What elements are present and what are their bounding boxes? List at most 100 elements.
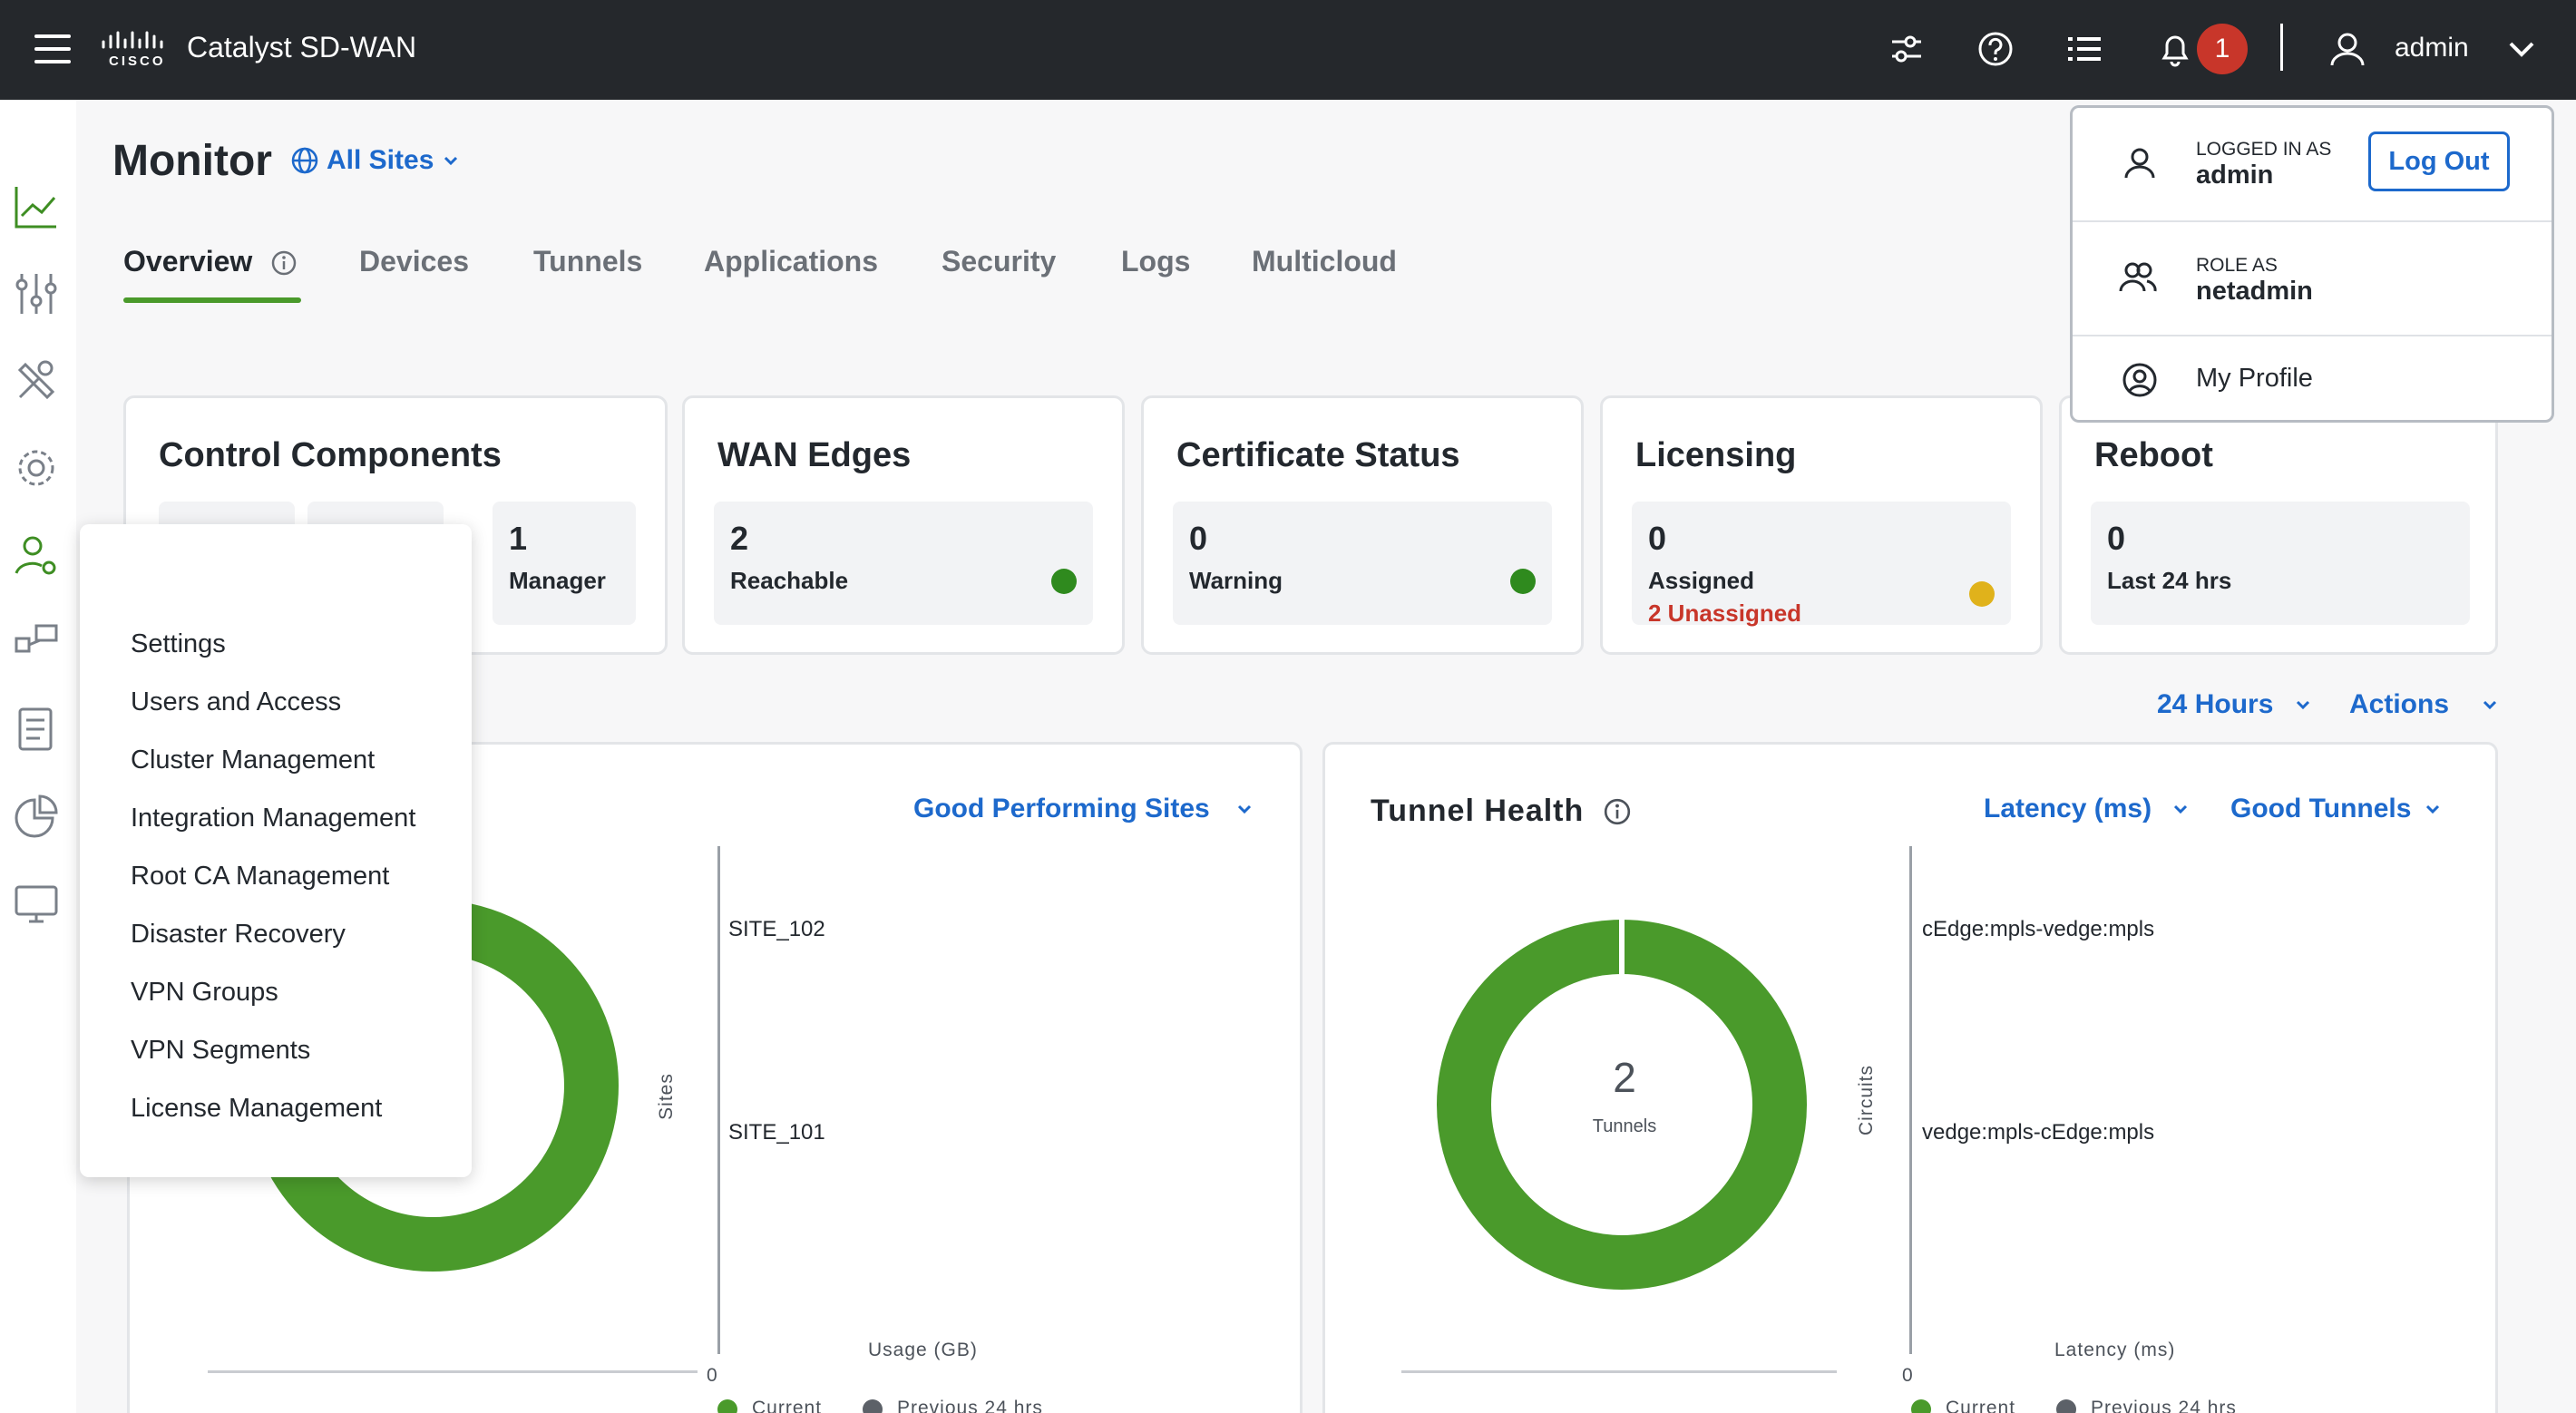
topbar-divider [2280,24,2283,71]
menu-item-settings[interactable]: Settings [131,629,226,659]
menu-item-license-management[interactable]: License Management [131,1094,382,1124]
tile-label: Last 24 hrs [2107,567,2232,594]
legend-previous-dot [863,1399,883,1413]
certificate-tile[interactable]: 0 Warning [1173,502,1552,625]
card-title: WAN Edges [717,436,912,474]
notification-badge[interactable]: 1 [2197,24,2248,74]
top-bar: CISCO Catalyst SD-WAN 1 admin [0,0,2576,100]
reboot-card[interactable]: Reboot 0 Last 24 hrs [2059,395,2498,655]
chevron-down-icon[interactable] [2502,29,2542,69]
help-icon[interactable] [1976,29,2015,69]
menu-item-cluster-management[interactable]: Cluster Management [131,745,375,775]
list-icon[interactable] [2064,29,2104,69]
good-tunnels-dropdown[interactable]: Good Tunnels [2230,794,2411,824]
info-icon[interactable] [1603,797,1632,826]
y-axis-line [717,846,720,1354]
configuration-icon[interactable] [13,270,60,317]
logged-in-caption: LOGGED IN AS [2196,139,2332,160]
card-title: Reboot [2094,436,2213,474]
donut-baseline [1401,1370,1837,1373]
tab-multicloud[interactable]: Multicloud [1252,245,1397,278]
role-value: netadmin [2196,277,2313,306]
tile-label: Assigned [1648,567,1755,594]
topbar-username[interactable]: admin [2395,33,2469,63]
chevron-down-icon[interactable] [2480,695,2500,715]
sliders-icon[interactable] [1887,29,1927,69]
tab-applications[interactable]: Applications [704,245,878,278]
site-filter-label: All Sites [327,145,434,175]
left-nav-rail [0,100,76,1413]
chevron-down-icon[interactable] [1234,799,1254,819]
actions-dropdown[interactable]: Actions [2349,689,2449,720]
menu-item-vpn-groups[interactable]: VPN Groups [131,978,278,1008]
time-range-dropdown[interactable]: 24 Hours [2157,689,2273,720]
licensing-tile[interactable]: 0 Assigned 2 Unassigned [1632,502,2011,627]
donut-caption: Tunnels [1592,1116,1657,1136]
tab-logs[interactable]: Logs [1121,245,1190,278]
active-tab-indicator [123,297,301,303]
explore-icon[interactable] [13,880,60,927]
good-performing-sites-dropdown[interactable]: Good Performing Sites [913,794,1210,824]
panel-title: Tunnel Health [1371,794,1585,828]
users-icon [2119,262,2157,292]
site-row-label: SITE_102 [728,917,825,941]
user-icon [2124,148,2155,179]
latency-metric-dropdown[interactable]: Latency (ms) [1984,794,2152,824]
licensing-card[interactable]: Licensing 0 Assigned 2 Unassigned [1600,395,2043,655]
hamburger-icon[interactable] [34,34,71,63]
donut-total: 2 [1613,1054,1636,1101]
reboot-tile[interactable]: 0 Last 24 hrs [2091,502,2470,625]
tools-icon[interactable] [13,357,60,404]
legend-current: Current [752,1398,823,1413]
info-icon[interactable] [270,249,298,277]
wan-edges-card[interactable]: WAN Edges 2 Reachable [682,395,1125,655]
tile-count: 0 [1648,520,1667,557]
circuit-row-label: vedge:mpls-cEdge:mpls [1922,1120,2155,1145]
tile-count: 0 [2107,520,2126,557]
chevron-down-icon[interactable] [2423,799,2443,819]
analytics-icon[interactable] [13,793,60,840]
menu-item-vpn-segments[interactable]: VPN Segments [131,1036,310,1066]
site-filter-dropdown[interactable]: All Sites [290,145,461,176]
legend-previous: Previous 24 hrs [897,1398,1043,1413]
bell-icon[interactable] [2155,29,2195,69]
legend-current: Current [1946,1398,2016,1413]
tile-label: Reachable [730,567,849,594]
warning-icon [1969,581,1995,607]
check-circle-icon [1510,569,1536,594]
legend-current-dot [717,1399,737,1413]
tile-count: 1 [509,520,528,557]
menu-item-root-ca-management[interactable]: Root CA Management [131,862,389,892]
workflows-icon[interactable] [13,619,60,666]
profile-circle-icon [2122,363,2157,397]
role-caption: ROLE AS [2196,255,2278,276]
log-out-button[interactable]: Log Out [2368,132,2510,191]
menu-item-integration-management[interactable]: Integration Management [131,804,415,833]
tab-overview[interactable]: Overview [123,245,252,278]
menu-item-disaster-recovery[interactable]: Disaster Recovery [131,920,346,950]
reports-icon[interactable] [13,706,60,753]
donut-baseline [208,1370,698,1373]
logged-in-user: admin [2196,161,2274,190]
menu-item-users-and-access[interactable]: Users and Access [131,687,341,717]
chevron-down-icon[interactable] [2171,799,2191,819]
monitor-chart-icon[interactable] [13,183,60,230]
user-icon[interactable] [2327,29,2367,69]
tab-tunnels[interactable]: Tunnels [533,245,642,278]
my-profile-item[interactable]: My Profile [2073,336,2552,422]
legend-current-dot [1911,1399,1931,1413]
tab-devices[interactable]: Devices [359,245,469,278]
chevron-down-icon [444,156,458,166]
tunnel-donut-chart[interactable] [1434,917,1810,1292]
certificate-status-card[interactable]: Certificate Status 0 Warning [1141,395,1584,655]
card-title: Licensing [1635,436,1797,474]
chevron-down-icon[interactable] [2293,695,2313,715]
control-tile-manager[interactable]: 1 Manager [493,502,636,625]
wan-edges-tile[interactable]: 2 Reachable [714,502,1093,625]
administration-icon[interactable] [13,531,60,579]
maintenance-gear-icon[interactable] [13,444,60,492]
page-title: Monitor [112,137,272,185]
site-row-label: SITE_101 [728,1120,825,1145]
tab-security[interactable]: Security [942,245,1056,278]
x-axis-label: Latency (ms) [2054,1340,2176,1360]
